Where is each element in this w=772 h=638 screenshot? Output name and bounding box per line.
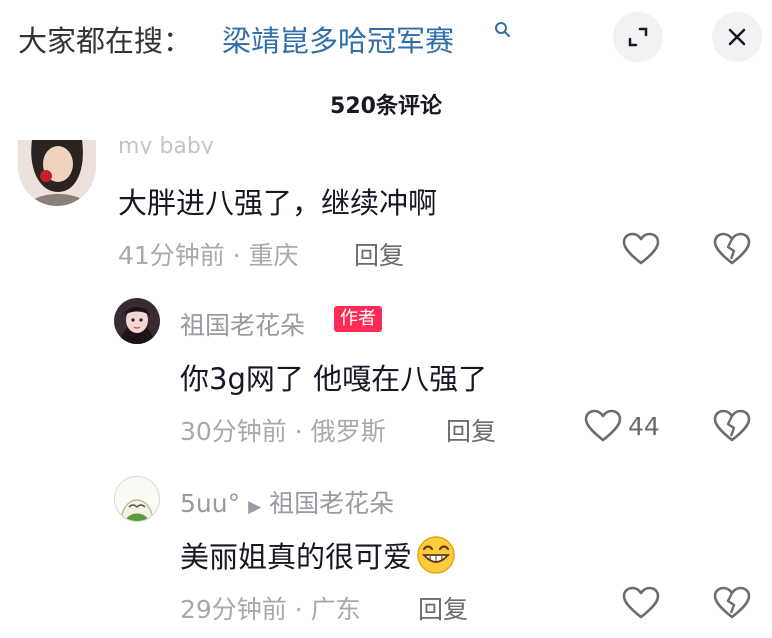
commenter-name[interactable]: 5uu°	[180, 489, 240, 518]
comment-count: 520条评论	[330, 94, 442, 119]
comment-time: 41分钟前	[118, 241, 225, 270]
heart-icon[interactable]	[622, 232, 660, 266]
comment-location: 重庆	[248, 241, 299, 270]
comment-location: 俄罗斯	[310, 417, 386, 446]
reply-button[interactable]: 回复	[354, 236, 404, 272]
header: 大家都在搜： 梁靖崑多哈冠军赛	[0, 0, 772, 80]
comment-text: 你3g网了 他嘎在八强了	[180, 362, 488, 396]
reply-header: 5uu° ▶ 祖国老花朵	[180, 484, 394, 520]
commenter-name[interactable]: 祖国老花朵	[180, 306, 305, 342]
author-badge: 作者	[334, 306, 382, 332]
commenter-name[interactable]: my baby	[118, 134, 214, 154]
reply-arrow-icon: ▶	[248, 497, 262, 517]
reply-button[interactable]: 回复	[418, 590, 468, 626]
comment-meta: 29分钟前 · 广东	[180, 595, 361, 624]
dislike-icon[interactable]	[713, 409, 751, 443]
grin-emoji-icon	[417, 536, 455, 574]
comment-time: 29分钟前	[180, 595, 287, 624]
heart-icon[interactable]	[584, 409, 622, 443]
trending-search-link[interactable]: 梁靖崑多哈冠军赛	[222, 18, 454, 60]
reply-button[interactable]: 回复	[446, 412, 496, 448]
comment-meta: 30分钟前 · 俄罗斯	[180, 417, 386, 446]
trending-search-label: 大家都在搜：	[18, 24, 193, 58]
search-icon[interactable]	[493, 20, 513, 40]
comment-text: 大胖进八强了，继续冲啊	[118, 186, 438, 220]
like-count: 44	[628, 412, 660, 441]
comment-text-body: 美丽姐真的很可爱	[180, 540, 413, 574]
dislike-icon[interactable]	[713, 586, 751, 620]
comment-text: 美丽姐真的很可爱	[180, 534, 458, 576]
heart-icon[interactable]	[622, 586, 660, 620]
expand-icon	[628, 27, 648, 47]
close-button[interactable]	[712, 12, 762, 62]
expand-button[interactable]	[613, 12, 663, 62]
avatar[interactable]	[114, 476, 160, 522]
reply-to-name[interactable]: 祖国老花朵	[269, 489, 394, 518]
comment-time: 30分钟前	[180, 417, 287, 446]
comment-meta: 41分钟前 · 重庆	[118, 241, 299, 270]
comment-location: 广东	[310, 595, 361, 624]
avatar[interactable]	[114, 298, 160, 344]
close-icon	[728, 28, 746, 46]
avatar[interactable]	[18, 140, 96, 206]
dislike-icon[interactable]	[713, 232, 751, 266]
